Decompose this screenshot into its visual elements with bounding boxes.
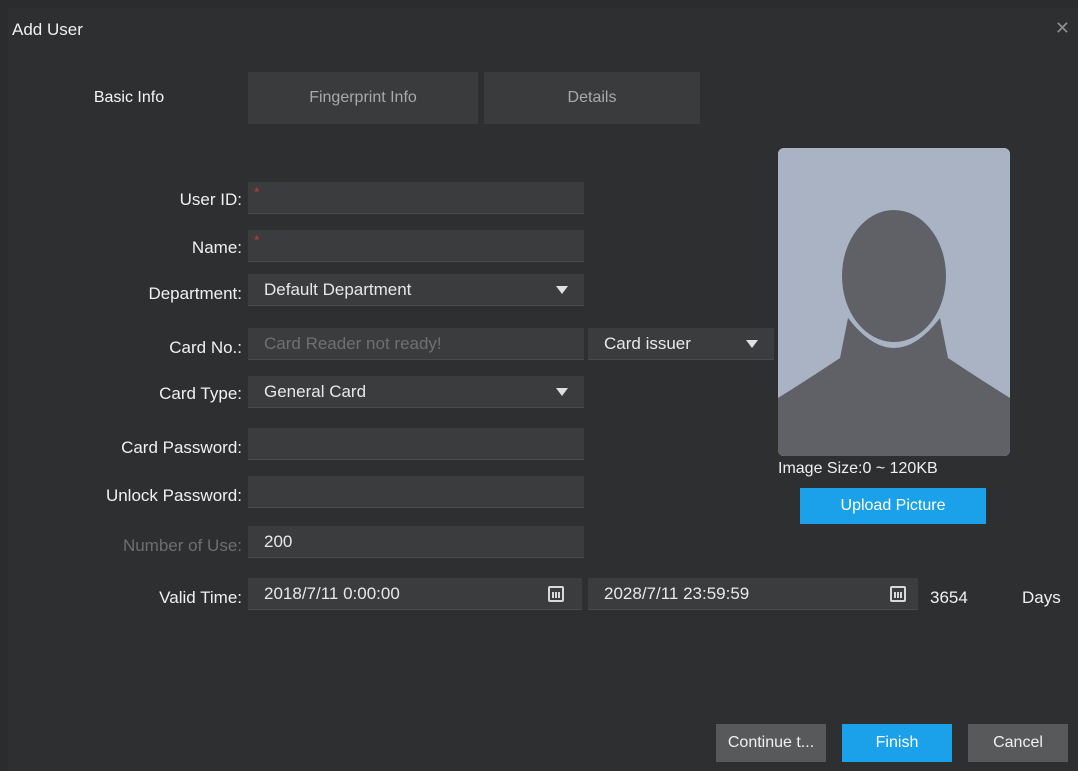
card-password-label: Card Password: — [121, 438, 242, 457]
user-photo-placeholder — [778, 148, 1010, 456]
card-issuer-value: Card issuer — [604, 334, 691, 353]
calendar-icon[interactable] — [890, 586, 906, 602]
department-select[interactable]: Default Department — [248, 274, 584, 306]
card-no-placeholder: Card Reader not ready! — [264, 334, 442, 353]
user-id-label: User ID: — [179, 190, 242, 209]
chevron-down-icon — [746, 340, 758, 348]
required-mark: * — [254, 184, 260, 200]
valid-time-start-value: 2018/7/11 0:00:00 — [264, 584, 400, 603]
card-issuer-select[interactable]: Card issuer — [588, 328, 774, 360]
add-user-dialog: Add User ✕ Basic Info Fingerprint Info D… — [8, 8, 1078, 771]
calendar-icon[interactable] — [548, 586, 564, 602]
upload-picture-button[interactable]: Upload Picture — [800, 488, 986, 524]
required-mark: * — [254, 232, 260, 248]
finish-button[interactable]: Finish — [842, 724, 952, 762]
card-password-input[interactable] — [248, 428, 584, 460]
tab-basic-info[interactable]: Basic Info — [12, 72, 246, 124]
user-id-input[interactable]: * — [248, 182, 584, 214]
card-type-value: General Card — [264, 382, 367, 401]
valid-time-start-input[interactable]: 2018/7/11 0:00:00 — [248, 578, 582, 610]
card-no-input[interactable]: Card Reader not ready! — [248, 328, 584, 360]
title-bar: Add User ✕ — [8, 8, 1078, 48]
close-icon[interactable]: ✕ — [1055, 18, 1070, 39]
number-of-use-label: Number of Use: — [122, 536, 242, 555]
card-no-label: Card No.: — [169, 338, 242, 357]
valid-time-end-input[interactable]: 2028/7/11 23:59:59 — [588, 578, 918, 610]
image-size-hint: Image Size:0 ~ 120KB — [778, 460, 938, 477]
dialog-title: Add User — [12, 20, 83, 39]
valid-days-count: 3654 — [930, 588, 968, 607]
number-of-use-input: 200 — [248, 526, 584, 558]
continue-button[interactable]: Continue t... — [716, 724, 826, 762]
tab-fingerprint-info[interactable]: Fingerprint Info — [248, 72, 478, 124]
valid-time-end-value: 2028/7/11 23:59:59 — [604, 584, 750, 603]
name-input[interactable]: * — [248, 230, 584, 262]
tab-details[interactable]: Details — [484, 72, 700, 124]
valid-days-unit: Days — [1022, 588, 1061, 607]
card-type-select[interactable]: General Card — [248, 376, 584, 408]
card-type-label: Card Type: — [159, 384, 242, 403]
valid-time-label: Valid Time: — [159, 588, 242, 607]
unlock-password-input[interactable] — [248, 476, 584, 508]
name-label: Name: — [191, 238, 242, 257]
cancel-button[interactable]: Cancel — [968, 724, 1068, 762]
department-value: Default Department — [264, 280, 412, 299]
department-label: Department: — [148, 284, 242, 303]
chevron-down-icon — [556, 286, 568, 294]
chevron-down-icon — [556, 388, 568, 396]
unlock-password-label: Unlock Password: — [105, 486, 242, 505]
number-of-use-value: 200 — [264, 532, 293, 551]
avatar-silhouette-icon — [778, 148, 1010, 456]
